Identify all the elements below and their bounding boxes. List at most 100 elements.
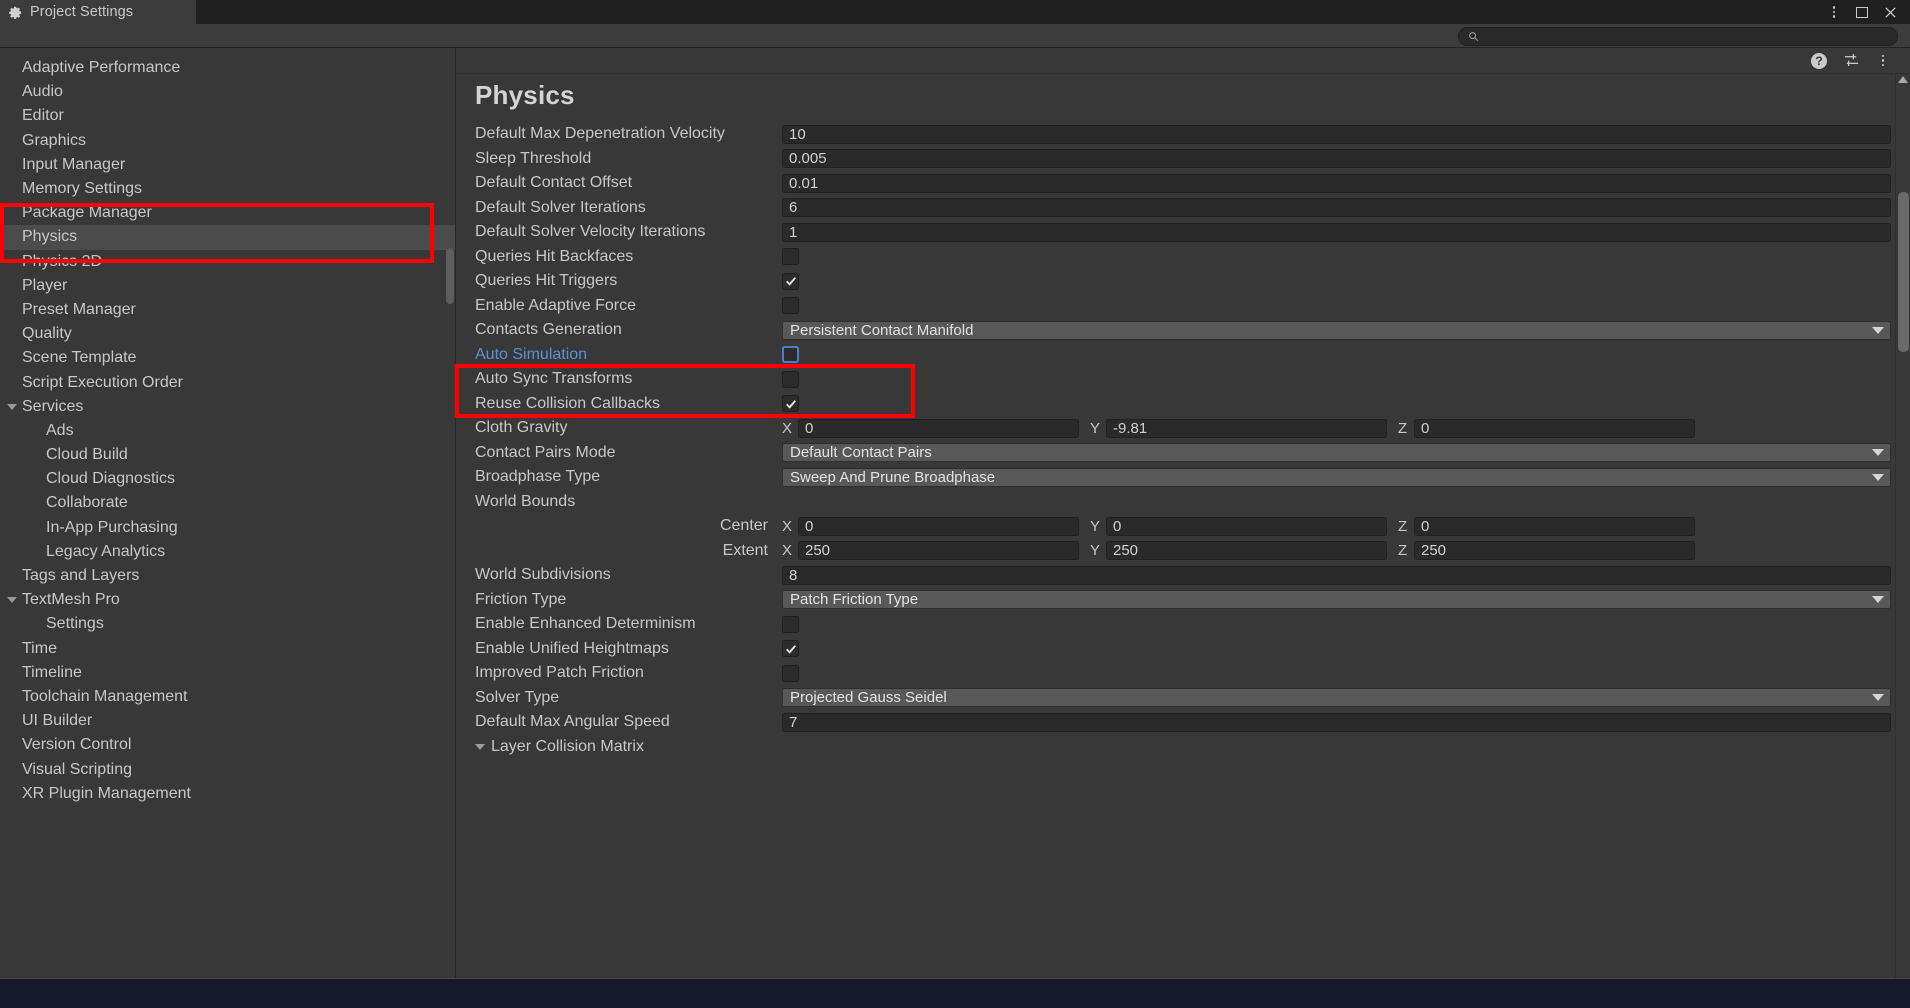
foldout-layer-collision-matrix[interactable]: Layer Collision Matrix bbox=[457, 735, 1910, 760]
sidebar-item-collaborate[interactable]: Collaborate bbox=[0, 491, 455, 515]
text-input-sleep-threshold[interactable]: 0.005 bbox=[782, 149, 1891, 169]
sidebar-item-label: Version Control bbox=[22, 736, 132, 754]
sidebar-item-cloud-diagnostics[interactable]: Cloud Diagnostics bbox=[0, 467, 455, 491]
property-label: Queries Hit Backfaces bbox=[475, 247, 634, 265]
sidebar-item-visual-scripting[interactable]: Visual Scripting bbox=[0, 757, 455, 781]
sidebar-item-label: Physics bbox=[22, 228, 78, 246]
panel-scrollbar[interactable] bbox=[1895, 74, 1910, 978]
help-button[interactable]: ? bbox=[1810, 52, 1828, 70]
scrollbar-thumb[interactable] bbox=[1898, 192, 1909, 352]
text-input-default-solver-iterations[interactable]: 6 bbox=[782, 198, 1891, 218]
checkbox-reuse-collision-callbacks[interactable] bbox=[782, 395, 799, 413]
search-field[interactable] bbox=[1458, 27, 1898, 46]
sidebar-item-xr-plugin-management[interactable]: XR Plugin Management bbox=[0, 782, 455, 806]
sidebar-item-settings[interactable]: Settings bbox=[0, 612, 455, 636]
sidebar-item-ui-builder[interactable]: UI Builder bbox=[0, 709, 455, 733]
foldout-label: Layer Collision Matrix bbox=[491, 737, 644, 755]
sidebar-item-quality[interactable]: Quality bbox=[0, 322, 455, 346]
text-input-default-max-angular-speed[interactable]: 7 bbox=[782, 712, 1891, 732]
checkbox-auto-sync-transforms[interactable] bbox=[782, 370, 799, 388]
property-row-world-bounds: World Bounds bbox=[457, 490, 1910, 515]
sidebar-item-player[interactable]: Player bbox=[0, 274, 455, 298]
vector-input-cloth-gravity-x[interactable]: 0 bbox=[798, 418, 1079, 438]
sidebar-item-package-manager[interactable]: Package Manager bbox=[0, 201, 455, 225]
sidebar-item-toolchain-management[interactable]: Toolchain Management bbox=[0, 685, 455, 709]
dropdown-value: Sweep And Prune Broadphase bbox=[790, 468, 996, 486]
sidebar-item-label: Input Manager bbox=[22, 155, 126, 173]
sidebar-item-ads[interactable]: Ads bbox=[0, 419, 455, 443]
sidebar-item-audio[interactable]: Audio bbox=[0, 80, 455, 104]
sidebar-item-graphics[interactable]: Graphics bbox=[0, 129, 455, 153]
dropdown-solver-type[interactable]: Projected Gauss Seidel bbox=[782, 688, 1891, 708]
sidebar-item-physics[interactable]: Physics bbox=[0, 225, 455, 250]
property-row-default-max-angular-speed: Default Max Angular Speed 7 bbox=[457, 710, 1910, 735]
dropdown-friction-type[interactable]: Patch Friction Type bbox=[782, 590, 1891, 610]
settings-sidebar[interactable]: Adaptive Performance Audio Editor Graphics I… bbox=[0, 48, 456, 978]
dropdown-contacts-generation[interactable]: Persistent Contact Manifold bbox=[782, 320, 1891, 340]
vector-input-extent-y[interactable]: 250 bbox=[1106, 541, 1387, 561]
checkbox-queries-hit-triggers[interactable] bbox=[782, 272, 799, 290]
sidebar-item-tags-and-layers[interactable]: Tags and Layers bbox=[0, 564, 455, 588]
dropdown-broadphase-type[interactable]: Sweep And Prune Broadphase bbox=[782, 467, 1891, 487]
sidebar-item-preset-manager[interactable]: Preset Manager bbox=[0, 298, 455, 322]
sidebar-item-cloud-build[interactable]: Cloud Build bbox=[0, 443, 455, 467]
window-menu-button[interactable] bbox=[1820, 0, 1848, 24]
search-input[interactable] bbox=[1485, 29, 1865, 44]
sidebar-item-scene-template[interactable]: Scene Template bbox=[0, 346, 455, 370]
sidebar-item-services[interactable]: Services bbox=[0, 395, 455, 419]
sidebar-item-editor[interactable]: Editor bbox=[0, 104, 455, 128]
sidebar-item-input-manager[interactable]: Input Manager bbox=[0, 153, 455, 177]
sidebar-scrollbar-thumb[interactable] bbox=[446, 248, 454, 304]
sidebar-item-label: Ads bbox=[46, 421, 74, 439]
scroll-up-arrow-icon[interactable] bbox=[1898, 76, 1908, 83]
vector-input-center-y[interactable]: 0 bbox=[1106, 516, 1387, 536]
sidebar-item-label: Editor bbox=[22, 107, 64, 125]
vector-input-cloth-gravity-z[interactable]: 0 bbox=[1414, 418, 1695, 438]
window-tab-project-settings[interactable]: Project Settings bbox=[0, 0, 196, 24]
vector-input-extent-x[interactable]: 250 bbox=[798, 541, 1079, 561]
chevron-down-icon[interactable] bbox=[7, 597, 17, 604]
checkbox-enable-enhanced-determinism[interactable] bbox=[782, 615, 799, 633]
sidebar-item-textmesh-pro[interactable]: TextMesh Pro bbox=[0, 588, 455, 612]
checkbox-enable-unified-heightmaps[interactable] bbox=[782, 640, 799, 658]
close-button[interactable] bbox=[1876, 0, 1904, 24]
vector-input-cloth-gravity-y[interactable]: -9.81 bbox=[1106, 418, 1387, 438]
sidebar-item-label: Memory Settings bbox=[22, 180, 143, 198]
sidebar-item-timeline[interactable]: Timeline bbox=[0, 661, 455, 685]
preset-button[interactable] bbox=[1842, 52, 1860, 70]
sidebar-item-legacy-analytics[interactable]: Legacy Analytics bbox=[0, 540, 455, 564]
property-row-cloth-gravity: Cloth Gravity X 0 Y -9.81 Z 0 bbox=[457, 416, 1910, 441]
text-input-world-subdivisions[interactable]: 8 bbox=[782, 565, 1891, 585]
text-input-default-max-depenetration-velocity[interactable]: 10 bbox=[782, 124, 1891, 144]
sidebar-item-in-app-purchasing[interactable]: In-App Purchasing bbox=[0, 516, 455, 540]
sidebar-item-memory-settings[interactable]: Memory Settings bbox=[0, 177, 455, 201]
checkbox-improved-patch-friction[interactable] bbox=[782, 664, 799, 682]
text-input-default-contact-offset[interactable]: 0.01 bbox=[782, 173, 1891, 193]
vector-input-center-z[interactable]: 0 bbox=[1414, 516, 1695, 536]
checkbox-auto-simulation[interactable] bbox=[782, 346, 799, 364]
vector-input-extent-z[interactable]: 250 bbox=[1414, 541, 1695, 561]
chevron-down-icon[interactable] bbox=[475, 743, 485, 750]
checkbox-enable-adaptive-force[interactable] bbox=[782, 297, 799, 315]
chevron-down-icon[interactable] bbox=[7, 403, 17, 410]
vector-input-center-x[interactable]: 0 bbox=[798, 516, 1079, 536]
sidebar-item-adaptive-performance[interactable]: Adaptive Performance bbox=[0, 56, 455, 80]
sidebar-item-version-control[interactable]: Version Control bbox=[0, 733, 455, 757]
property-row-queries-hit-backfaces: Queries Hit Backfaces bbox=[457, 245, 1910, 270]
property-row-default-max-depenetration-velocity: Default Max Depenetration Velocity 10 bbox=[457, 122, 1910, 147]
text-input-default-solver-velocity-iterations[interactable]: 1 bbox=[782, 222, 1891, 242]
title-bar: Project Settings bbox=[0, 0, 1910, 24]
sidebar-item-physics-2d[interactable]: Physics 2D bbox=[0, 250, 455, 274]
check-icon bbox=[785, 399, 796, 409]
maximize-button[interactable] bbox=[1848, 0, 1876, 24]
sidebar-item-script-execution-order[interactable]: Script Execution Order bbox=[0, 370, 455, 394]
chevron-down-icon bbox=[1872, 326, 1884, 334]
sidebar-item-time[interactable]: Time bbox=[0, 637, 455, 661]
panel-menu-button[interactable] bbox=[1874, 52, 1892, 70]
sidebar-item-label: Audio bbox=[22, 83, 63, 101]
property-label: Default Contact Offset bbox=[475, 174, 633, 192]
checkbox-queries-hit-backfaces[interactable] bbox=[782, 248, 799, 266]
window-controls bbox=[1820, 0, 1910, 24]
property-row-default-solver-velocity-iterations: Default Solver Velocity Iterations 1 bbox=[457, 220, 1910, 245]
dropdown-contact-pairs-mode[interactable]: Default Contact Pairs bbox=[782, 443, 1891, 463]
